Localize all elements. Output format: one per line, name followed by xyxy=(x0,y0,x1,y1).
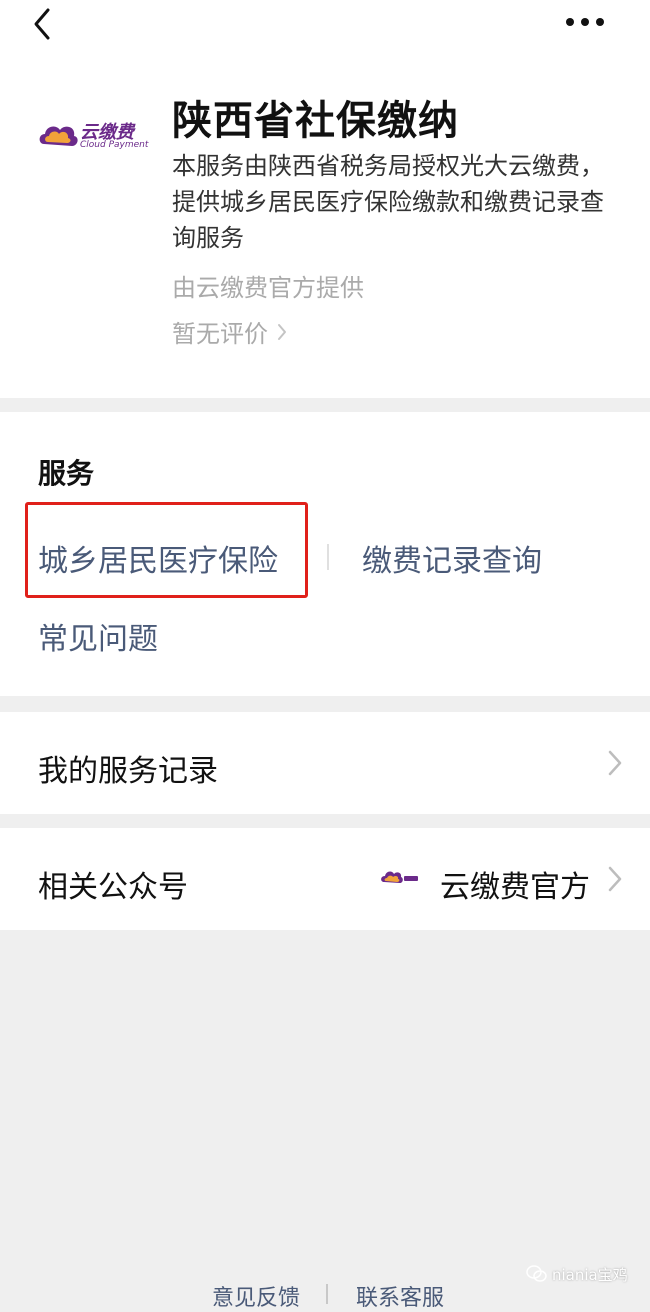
chevron-right-icon xyxy=(608,750,622,776)
service-description: 本服务由陕西省税务局授权光大云缴费，提供城乡居民医疗保险缴款和缴费记录查询服务 xyxy=(172,152,604,252)
cloud-logo-icon xyxy=(39,126,78,146)
customer-service-link[interactable]: 联系客服 xyxy=(356,1280,444,1312)
logo-text-en: Cloud Payment xyxy=(80,140,149,150)
services-section: 服务 城乡居民医疗保险 缴费记录查询 常见问题 xyxy=(0,412,650,696)
official-account-name: 云缴费官方 xyxy=(440,870,590,905)
back-button[interactable] xyxy=(28,6,58,42)
related-official-account-row[interactable]: 相关公众号 云缴费官方 xyxy=(0,828,650,930)
page-title: 陕西省社保缴纳 xyxy=(172,98,459,144)
chevron-right-icon xyxy=(608,866,622,892)
row-label: 相关公众号 xyxy=(38,870,188,905)
cloud-payment-logo: 云缴费 Cloud Payment xyxy=(36,116,149,160)
nav-bar xyxy=(0,0,650,60)
service-payment-records[interactable]: 缴费记录查询 xyxy=(362,536,542,580)
section-title: 服务 xyxy=(38,457,95,490)
provider-text: 由云缴费官方提供 xyxy=(172,274,364,302)
wechat-icon xyxy=(526,1265,547,1282)
more-dots-icon xyxy=(566,18,604,26)
service-header: 云缴费 Cloud Payment 陕西省社保缴纳 本服务由陕西省税务局授权光大… xyxy=(0,60,650,398)
my-service-records-row[interactable]: 我的服务记录 xyxy=(0,712,650,814)
row-label: 我的服务记录 xyxy=(38,754,218,789)
service-medical-insurance[interactable]: 城乡居民医疗保险 xyxy=(38,536,278,580)
service-faq[interactable]: 常见问题 xyxy=(38,614,158,658)
watermark: niania宝鸡 xyxy=(526,1262,628,1286)
rating-text: 暂无评价 xyxy=(172,320,268,348)
service-divider xyxy=(327,544,329,570)
more-button[interactable] xyxy=(560,10,610,34)
feedback-link[interactable]: 意见反馈 xyxy=(212,1280,300,1312)
rating-link[interactable]: 暂无评价 xyxy=(172,314,288,349)
cloud-logo-icon xyxy=(381,871,418,883)
watermark-text: niania宝鸡 xyxy=(552,1265,628,1284)
chevron-left-icon xyxy=(34,8,50,40)
footer-separator xyxy=(326,1284,328,1304)
chevron-right-icon xyxy=(278,323,286,340)
